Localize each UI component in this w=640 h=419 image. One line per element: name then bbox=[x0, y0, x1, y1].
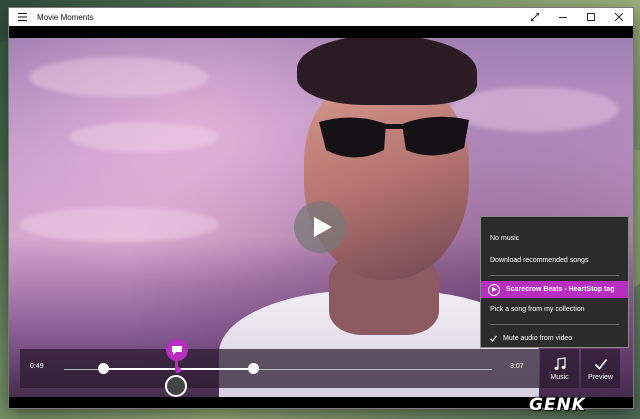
letterbox-top bbox=[9, 27, 633, 38]
speech-bubble-icon bbox=[172, 345, 182, 355]
minimize-button[interactable] bbox=[549, 8, 577, 26]
menu-item-label: Mute audio from video bbox=[503, 334, 573, 342]
play-icon bbox=[314, 217, 332, 237]
menu-item-pick-song[interactable]: Pick a song from my collection bbox=[481, 302, 628, 316]
menu-divider bbox=[490, 275, 619, 276]
sky-cloud bbox=[29, 57, 209, 97]
music-button-label: Music bbox=[550, 373, 569, 381]
minimize-icon bbox=[559, 17, 567, 18]
hamburger-menu-button[interactable] bbox=[9, 8, 35, 26]
caption-marker-stem bbox=[175, 360, 178, 370]
menu-item-selected-song[interactable]: Scarecrow Beats - HeartStop tag bbox=[481, 281, 628, 298]
play-button[interactable] bbox=[294, 201, 346, 253]
title-bar: Movie Moments bbox=[9, 8, 633, 26]
hamburger-icon bbox=[17, 13, 27, 21]
menu-item-no-music[interactable]: No music bbox=[481, 231, 628, 245]
close-button[interactable] bbox=[605, 8, 633, 26]
menu-divider bbox=[490, 324, 619, 325]
playhead-scrub-handle[interactable] bbox=[165, 375, 187, 397]
music-button[interactable]: Music bbox=[540, 349, 579, 388]
close-icon bbox=[615, 13, 623, 21]
app-title: Movie Moments bbox=[37, 12, 94, 22]
menu-item-mute-audio[interactable]: Mute audio from video bbox=[481, 331, 628, 345]
expand-icon bbox=[531, 13, 539, 21]
menu-item-label: Download recommended songs bbox=[490, 256, 589, 264]
window-controls bbox=[521, 8, 633, 26]
app-window: Movie Moments No music Download recommen… bbox=[9, 8, 633, 408]
sunglasses bbox=[319, 116, 469, 158]
total-time: 3:07 bbox=[510, 363, 524, 370]
watermark-logo: GENK bbox=[529, 395, 586, 415]
sky-cloud bbox=[19, 207, 219, 242]
play-circle-icon bbox=[488, 283, 500, 296]
maximize-button[interactable] bbox=[577, 8, 605, 26]
maximize-icon bbox=[587, 13, 595, 21]
preview-button[interactable]: Preview bbox=[581, 349, 620, 388]
trim-start-handle[interactable] bbox=[98, 363, 109, 374]
menu-item-download-songs[interactable]: Download recommended songs bbox=[481, 253, 628, 267]
trim-end-handle[interactable] bbox=[248, 363, 259, 374]
menu-item-label: Pick a song from my collection bbox=[490, 305, 585, 313]
checkmark-icon bbox=[490, 334, 498, 342]
music-menu: No music Download recommended songs Scar… bbox=[480, 216, 629, 348]
subject-hair bbox=[297, 35, 477, 105]
preview-button-label: Preview bbox=[588, 373, 613, 381]
current-time: 0:49 bbox=[30, 363, 44, 370]
menu-item-label: No music bbox=[490, 234, 520, 242]
caption-marker[interactable] bbox=[166, 339, 188, 361]
music-note-icon bbox=[554, 356, 566, 370]
checkmark-icon bbox=[594, 358, 607, 370]
expand-button[interactable] bbox=[521, 8, 549, 26]
menu-item-label: Scarecrow Beats - HeartStop tag bbox=[506, 286, 615, 293]
sky-cloud bbox=[69, 122, 219, 152]
timeline-bar: 0:49 3:07 bbox=[20, 349, 539, 388]
